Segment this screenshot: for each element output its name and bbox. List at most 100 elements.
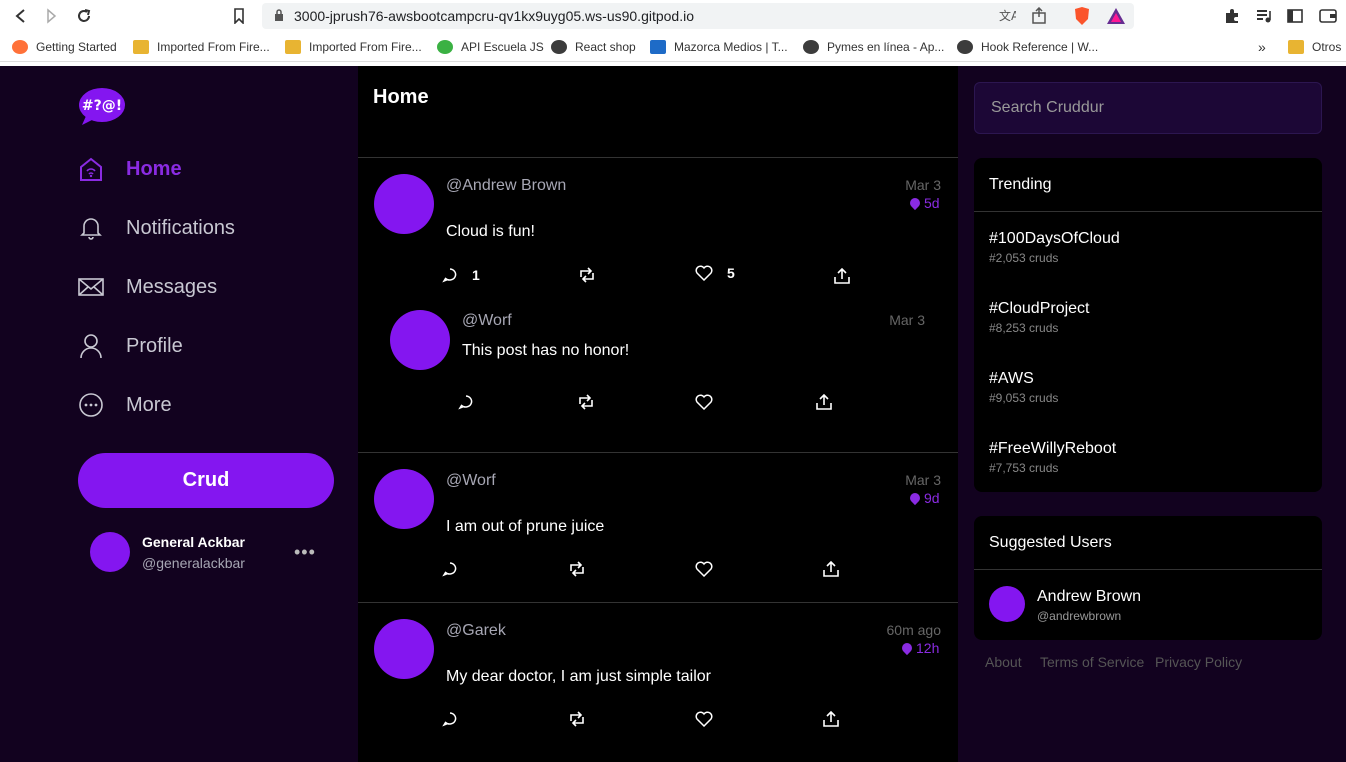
nav-label: Profile bbox=[126, 334, 183, 357]
nav-home[interactable]: Home bbox=[78, 154, 182, 184]
cruddur-logo[interactable]: #?@! bbox=[78, 86, 126, 126]
like-button[interactable] bbox=[695, 394, 727, 410]
reply-button[interactable] bbox=[458, 394, 488, 410]
nav-notifications[interactable]: Notifications bbox=[78, 213, 235, 243]
trend-name: #CloudProject bbox=[989, 300, 1090, 317]
avatar[interactable] bbox=[374, 174, 434, 234]
profile-menu-icon[interactable]: ••• bbox=[294, 542, 316, 563]
address-bar[interactable]: 3000-jprush76-awsbootcampcru-qv1kx9uyg05… bbox=[262, 3, 1134, 29]
page-title: Home bbox=[373, 86, 429, 108]
brave-shield-icon[interactable] bbox=[1072, 6, 1092, 26]
repost-button[interactable] bbox=[578, 267, 610, 283]
reply-icon bbox=[442, 562, 457, 577]
bookmark-label: Imported From Fire... bbox=[309, 40, 422, 54]
reply-button[interactable]: 1 bbox=[442, 267, 480, 283]
user-icon bbox=[78, 333, 104, 359]
share-button[interactable] bbox=[815, 393, 847, 411]
bookmark-getting-started[interactable]: Getting Started bbox=[12, 39, 117, 55]
brave-rewards-icon[interactable] bbox=[1106, 6, 1126, 26]
nav-label: Notifications bbox=[126, 216, 235, 239]
playlist-icon[interactable] bbox=[1254, 6, 1274, 26]
divider bbox=[358, 452, 958, 453]
bookmark-api-escuela[interactable]: API Escuela JS bbox=[437, 39, 544, 55]
bookmark-pymes[interactable]: Pymes en línea - Ap... bbox=[803, 39, 944, 55]
nav-messages[interactable]: Messages bbox=[78, 272, 217, 302]
post-handle[interactable]: @Andrew Brown bbox=[446, 177, 566, 195]
forward-icon[interactable] bbox=[42, 6, 62, 26]
wallet-icon[interactable] bbox=[1318, 6, 1338, 26]
expires-label: 9d bbox=[924, 490, 940, 506]
share-button[interactable] bbox=[822, 560, 854, 578]
trend-name: #FreeWillyReboot bbox=[989, 440, 1117, 457]
bookmark-imported-2[interactable]: Imported From Fire... bbox=[285, 39, 422, 55]
back-icon[interactable] bbox=[10, 6, 30, 26]
like-button[interactable] bbox=[695, 711, 727, 727]
avatar[interactable] bbox=[374, 619, 434, 679]
bookmark-icon[interactable] bbox=[229, 6, 249, 26]
search-input[interactable] bbox=[974, 82, 1322, 134]
bookmark-imported-1[interactable]: Imported From Fire... bbox=[133, 39, 270, 55]
trending-panel: Trending #100DaysOfCloud #2,053 cruds #C… bbox=[974, 158, 1322, 492]
post-date: Mar 3 bbox=[889, 312, 925, 328]
expires-badge: 5d bbox=[907, 195, 940, 211]
bookmarks-overflow[interactable]: » bbox=[1258, 39, 1266, 55]
nav-profile[interactable]: Profile bbox=[78, 331, 183, 361]
expires-badge: 12h bbox=[899, 640, 940, 656]
footer-about-link[interactable]: About bbox=[985, 654, 1022, 670]
repost-button[interactable] bbox=[577, 394, 609, 410]
extensions-icon[interactable] bbox=[1222, 6, 1242, 26]
like-count: 5 bbox=[727, 265, 735, 281]
avatar[interactable] bbox=[90, 532, 130, 572]
avatar[interactable] bbox=[374, 469, 434, 529]
folder-icon bbox=[133, 40, 149, 54]
repost-button[interactable] bbox=[568, 711, 600, 727]
api-icon bbox=[437, 40, 453, 54]
nav-label: Messages bbox=[126, 275, 218, 298]
home-feed: Home @Andrew Brown Mar 3 5d Cloud is fun… bbox=[358, 66, 958, 762]
trend-count: #7,753 cruds bbox=[989, 461, 1059, 475]
nav-label: More bbox=[126, 393, 172, 416]
crud-button[interactable]: Crud bbox=[78, 453, 334, 508]
profile-name: General Ackbar bbox=[142, 534, 245, 550]
repost-button[interactable] bbox=[568, 561, 600, 577]
share-icon bbox=[823, 710, 839, 727]
reload-icon[interactable] bbox=[74, 6, 94, 26]
trend-count: #8,253 cruds bbox=[989, 321, 1059, 335]
like-button[interactable] bbox=[695, 561, 727, 577]
globe-icon bbox=[803, 40, 819, 54]
trend-count: #2,053 cruds bbox=[989, 251, 1059, 265]
expires-label: 12h bbox=[916, 640, 940, 656]
cruddur-app: #?@! Home Notifications Messages Profile… bbox=[0, 66, 1346, 762]
envelope-icon bbox=[78, 274, 104, 300]
avatar[interactable] bbox=[390, 310, 450, 370]
post-date: 60m ago bbox=[886, 622, 941, 638]
share-button[interactable] bbox=[833, 267, 865, 285]
suggested-user-name: Andrew Brown bbox=[1037, 588, 1142, 605]
bookmark-hook-reference[interactable]: Hook Reference | W... bbox=[957, 39, 1098, 55]
nav-more[interactable]: More bbox=[78, 390, 172, 420]
footer-privacy-link[interactable]: Privacy Policy bbox=[1155, 654, 1242, 670]
nav-label: Home bbox=[126, 157, 182, 180]
post-handle[interactable]: @Worf bbox=[446, 472, 496, 490]
share-icon[interactable] bbox=[1030, 6, 1048, 30]
footer-terms-link[interactable]: Terms of Service bbox=[1040, 654, 1144, 670]
like-button[interactable]: 5 bbox=[695, 265, 735, 281]
post-handle[interactable]: @Garek bbox=[446, 622, 506, 640]
right-column: Trending #100DaysOfCloud #2,053 cruds #C… bbox=[958, 66, 1346, 762]
post-date: Mar 3 bbox=[905, 177, 941, 193]
bookmark-other-folder[interactable]: Otros bbox=[1288, 39, 1341, 55]
post-handle[interactable]: @Worf bbox=[462, 312, 512, 330]
reply-button[interactable] bbox=[442, 561, 472, 577]
suggested-user-handle: @andrewbrown bbox=[1037, 609, 1122, 623]
suggested-users-panel: Suggested Users Andrew Brown @andrewbrow… bbox=[974, 516, 1322, 640]
divider bbox=[974, 211, 1322, 212]
translate-icon[interactable]: 文A bbox=[998, 7, 1020, 30]
reply-button[interactable] bbox=[442, 711, 472, 727]
reply-icon bbox=[458, 395, 473, 410]
sidebar-toggle-icon[interactable] bbox=[1285, 6, 1305, 26]
post-message: Cloud is fun! bbox=[446, 223, 535, 240]
bookmark-mazorca[interactable]: Mazorca Medios | T... bbox=[650, 39, 788, 55]
bookmark-react-shop[interactable]: React shop bbox=[551, 39, 636, 55]
share-button[interactable] bbox=[822, 710, 854, 728]
expires-label: 5d bbox=[924, 195, 940, 211]
